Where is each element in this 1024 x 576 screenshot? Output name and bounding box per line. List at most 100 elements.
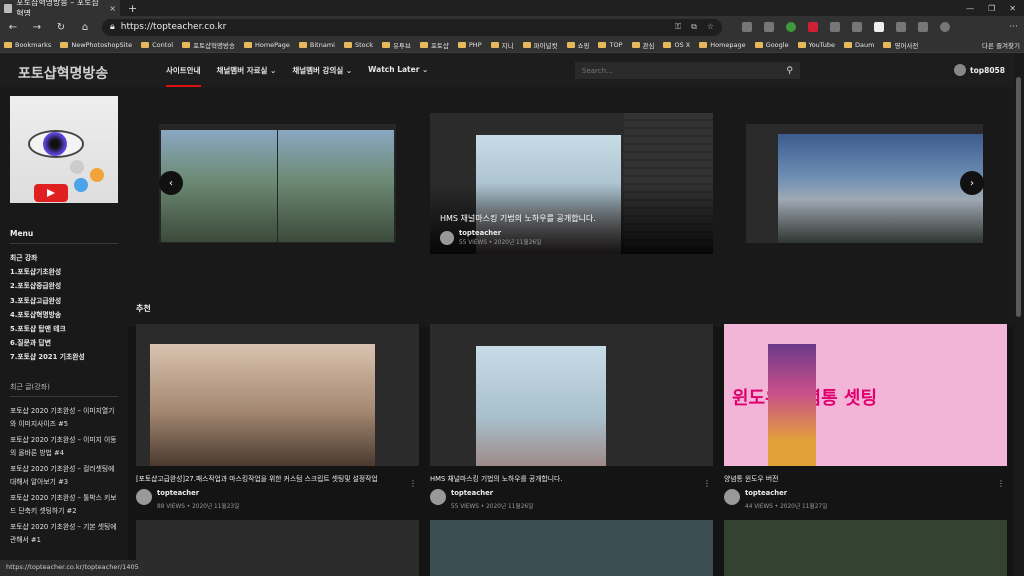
sidebar-menu-item[interactable]: 4.포토샵혁명방송 bbox=[10, 308, 85, 322]
settings-more-icon[interactable]: ··· bbox=[1009, 22, 1018, 32]
menu-title: Menu bbox=[10, 229, 34, 238]
bookmark-item[interactable]: OS X bbox=[663, 41, 690, 49]
bookmark-item[interactable]: 유투브 bbox=[381, 40, 411, 50]
bookmark-item[interactable]: NewPhotoshopSite bbox=[60, 41, 132, 49]
nav-member-resources[interactable]: 채널멤버 자료실 ⌄ bbox=[217, 65, 277, 87]
slide-item[interactable] bbox=[159, 124, 396, 243]
video-thumbnail[interactable] bbox=[136, 324, 419, 466]
close-window-icon[interactable]: ✕ bbox=[1009, 4, 1016, 13]
bookmark-item[interactable]: Bookmarks bbox=[4, 41, 51, 49]
recent-post-link[interactable]: 포토샵 2020 기초완성 – 이미지 이동의 올바른 방법 #4 bbox=[10, 434, 120, 459]
refresh-icon[interactable]: ↻ bbox=[54, 22, 68, 33]
extension-icon[interactable] bbox=[808, 22, 818, 32]
key-icon[interactable]: ⚿ bbox=[675, 22, 681, 32]
other-bookmarks[interactable]: 다른 즐겨찾기 bbox=[982, 40, 1020, 50]
extension-icon[interactable] bbox=[786, 22, 796, 32]
extension-icon[interactable] bbox=[874, 22, 884, 32]
collections-icon[interactable] bbox=[918, 22, 928, 32]
tab-close-icon[interactable]: × bbox=[109, 4, 116, 13]
extension-icon[interactable] bbox=[830, 22, 840, 32]
video-card[interactable]: [포토샵고급완성]27.패스작업과 마스킹작업을 위한 커스텀 스크립트 셋팅및… bbox=[136, 324, 419, 510]
browser-tab[interactable]: 포토샵혁명방송 – 포토샵혁명 × bbox=[0, 0, 120, 18]
author-name[interactable]: topteacher bbox=[459, 229, 541, 237]
sidebar-menu-item[interactable]: 최근 강좌 bbox=[10, 251, 85, 265]
forward-icon[interactable]: → bbox=[30, 22, 44, 33]
bookmark-item[interactable]: 쇼핑 bbox=[566, 40, 589, 50]
video-thumbnail[interactable]: 윈도우 양념통 셋팅 bbox=[724, 324, 1007, 466]
video-card[interactable]: 윈도우 양념통 셋팅 양념통 윈도우 버전 topteacher 44 VIEWS… bbox=[724, 324, 1007, 510]
slide-item-active[interactable]: HMS 채널마스킹 기법의 노하우를 공개합니다. topteacher 55 … bbox=[430, 113, 713, 254]
more-options-icon[interactable]: ⋮ bbox=[703, 479, 711, 488]
scrollbar-thumb[interactable] bbox=[1016, 77, 1021, 317]
bookmark-item[interactable]: HomePage bbox=[243, 41, 290, 49]
bookmark-item[interactable]: YouTube bbox=[797, 41, 836, 49]
home-icon[interactable]: ⌂ bbox=[78, 22, 92, 33]
minimize-icon[interactable]: — bbox=[966, 4, 974, 13]
back-icon[interactable]: ← bbox=[6, 22, 20, 33]
author-name[interactable]: topteacher bbox=[157, 489, 239, 497]
scrollbar[interactable] bbox=[1014, 53, 1024, 576]
favorite-star-icon[interactable]: ☆ bbox=[707, 22, 714, 32]
favorites-icon[interactable] bbox=[896, 22, 906, 32]
bookmark-item[interactable]: 파이널컷 bbox=[522, 40, 558, 50]
open-app-icon[interactable]: ⧉ bbox=[691, 22, 697, 32]
video-title[interactable]: 양념통 윈도우 버전 bbox=[724, 473, 1007, 483]
profile-icon[interactable] bbox=[940, 22, 950, 32]
video-thumbnail[interactable] bbox=[724, 520, 1007, 576]
extension-icon[interactable] bbox=[852, 22, 862, 32]
bookmark-item[interactable]: 관심 bbox=[631, 40, 654, 50]
bookmark-item[interactable]: Bitnami bbox=[298, 41, 335, 49]
bookmark-item[interactable]: 지니 bbox=[490, 40, 514, 50]
sidebar-menu-item[interactable]: 3.포토샵고급완성 bbox=[10, 294, 85, 308]
sidebar-menu-item[interactable]: 5.포토샵 탑맨 테크 bbox=[10, 322, 85, 336]
video-card[interactable]: HMS 채널마스킹 기법의 노하우를 공개합니다. topteacher 55 V… bbox=[430, 324, 713, 510]
nav-site-guide[interactable]: 사이트안내 bbox=[166, 65, 201, 87]
channel-banner-image[interactable] bbox=[10, 96, 118, 203]
video-thumbnail[interactable] bbox=[430, 324, 713, 466]
slide-caption[interactable]: HMS 채널마스킹 기법의 노하우를 공개합니다. bbox=[440, 213, 596, 224]
recent-post-link[interactable]: 포토샵 2020 기초완성 – 컬러셋팅에 대해서 알아보기 #3 bbox=[10, 463, 120, 488]
slider-prev-button[interactable]: ‹ bbox=[159, 171, 183, 195]
bookmark-item[interactable]: PHP bbox=[457, 41, 482, 49]
recent-post-link[interactable]: 포토샵 2020 기초완성 – 기본 셋팅에 관해서 #1 bbox=[10, 521, 120, 546]
recent-post-link[interactable]: 포토샵 2020 기초완성 – 이미지열기와 이미지사이즈 #5 bbox=[10, 405, 120, 430]
sidebar-menu-item[interactable]: 1.포토샵기초완성 bbox=[10, 265, 85, 279]
more-options-icon[interactable]: ⋮ bbox=[997, 479, 1005, 488]
bookmark-item[interactable]: 포토샵혁명방송 bbox=[182, 40, 235, 50]
sidebar-menu-item[interactable]: 7.포토샵 2021 기초완성 bbox=[10, 350, 85, 364]
slider-next-button[interactable]: › bbox=[960, 171, 984, 195]
site-logo[interactable]: 포토샵혁명방송 bbox=[18, 63, 108, 83]
video-thumbnail[interactable] bbox=[136, 520, 419, 576]
author-name[interactable]: topteacher bbox=[451, 489, 533, 497]
bookmark-item[interactable]: Google bbox=[754, 41, 789, 49]
author-avatar bbox=[724, 489, 740, 505]
more-options-icon[interactable]: ⋮ bbox=[409, 479, 417, 488]
search-icon[interactable]: ⚲ bbox=[786, 66, 793, 76]
bookmark-item[interactable]: 영어사전 bbox=[883, 40, 918, 50]
nav-watch-later[interactable]: Watch Later ⌄ bbox=[368, 65, 428, 87]
author-name[interactable]: topteacher bbox=[745, 489, 827, 497]
new-tab-button[interactable]: + bbox=[128, 2, 137, 15]
search-input[interactable]: Search... ⚲ bbox=[575, 62, 800, 79]
extension-icon[interactable] bbox=[742, 22, 752, 32]
address-bar[interactable]: 🔒︎ https://topteacher.co.kr ⚿ ⧉ ☆ bbox=[102, 18, 722, 36]
maximize-icon[interactable]: ❐ bbox=[988, 4, 995, 13]
bookmark-item[interactable]: Contol bbox=[141, 41, 173, 49]
bookmark-item[interactable]: TOP bbox=[598, 41, 623, 49]
user-menu[interactable]: top8058 bbox=[954, 64, 1005, 76]
video-title[interactable]: [포토샵고급완성]27.패스작업과 마스킹작업을 위한 커스텀 스크립트 셋팅및… bbox=[136, 473, 419, 483]
slide-item[interactable] bbox=[746, 124, 983, 243]
sidebar-menu-item[interactable]: 6.질문과 답변 bbox=[10, 336, 85, 350]
bookmark-label: YouTube bbox=[808, 41, 836, 49]
sidebar-menu-item[interactable]: 2.포토샵중급완성 bbox=[10, 279, 85, 293]
bookmark-item[interactable]: Homepage bbox=[699, 41, 746, 49]
video-title[interactable]: HMS 채널마스킹 기법의 노하우를 공개합니다. bbox=[430, 473, 713, 483]
bookmark-item[interactable]: Daum bbox=[844, 41, 874, 49]
bookmark-item[interactable]: 포토샵 bbox=[419, 40, 449, 50]
nav-member-lectures[interactable]: 채널멤버 강의실 ⌄ bbox=[292, 65, 352, 87]
video-thumbnail[interactable] bbox=[430, 520, 713, 576]
recent-post-link[interactable]: 포토샵 2020 기초완성 – 툴박스 키보드 단축키 셋팅하기 #2 bbox=[10, 492, 120, 517]
author-avatar bbox=[430, 489, 446, 505]
bookmark-item[interactable]: Stock bbox=[343, 41, 373, 49]
extension-icon[interactable] bbox=[764, 22, 774, 32]
